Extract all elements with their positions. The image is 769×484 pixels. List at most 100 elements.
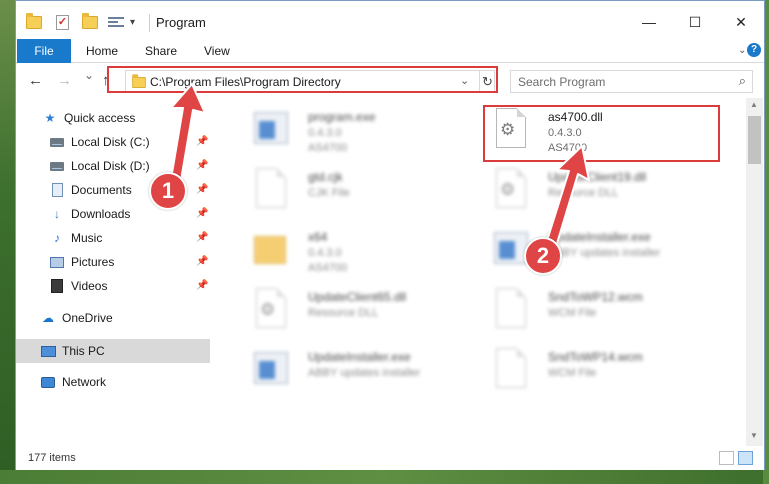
quick-access-dropdown-icon[interactable]: ▾ xyxy=(130,13,135,31)
sidebar-item-quick-access[interactable]: ★ Quick access xyxy=(42,107,136,129)
scroll-down-arrow-icon[interactable]: ▼ xyxy=(750,431,758,440)
file-name: SndToWP14.wcm xyxy=(548,350,643,364)
exe-icon xyxy=(254,112,288,144)
pin-icon[interactable]: 📌 xyxy=(196,256,208,267)
sidebar-item-label: Local Disk (C:) xyxy=(71,135,150,149)
file-item-updateclient19-dll[interactable]: ⚙ UpdateClient19.dll Resource DLL xyxy=(492,166,722,218)
sidebar-item-videos[interactable]: Videos xyxy=(49,275,107,297)
music-icon: ♪ xyxy=(54,231,60,245)
close-button[interactable]: ✕ xyxy=(718,11,764,33)
file-name: UpdateInstaller.exe xyxy=(548,230,651,244)
ribbon-tabs: File Home Share View ⌄ ? xyxy=(16,39,764,63)
pin-icon[interactable]: 📌 xyxy=(196,232,208,243)
sidebar-item-local-disk-d[interactable]: Local Disk (D:) xyxy=(49,155,150,177)
tab-home[interactable]: Home xyxy=(78,39,126,63)
drive-icon xyxy=(50,161,64,171)
file-item-x64[interactable]: x64 0.4.3.0 AS4700 xyxy=(252,226,482,278)
this-pc-icon xyxy=(40,345,56,357)
file-name: UpdateClient19.dll xyxy=(548,170,647,184)
minimize-button[interactable]: — xyxy=(626,11,672,33)
file-company: AS4700 xyxy=(308,142,348,154)
sidebar-item-label: Music xyxy=(71,231,103,245)
dll-gear-icon: ⚙ xyxy=(260,300,276,319)
callout-badge-1: 1 xyxy=(149,172,187,210)
onedrive-icon: ☁ xyxy=(42,311,54,325)
new-folder-icon[interactable] xyxy=(82,12,98,31)
file-description: ABBY updates installer xyxy=(548,247,661,259)
file-description: ABBY updates installer xyxy=(308,367,421,379)
properties-check-icon[interactable]: ✓ xyxy=(56,13,69,31)
quick-access-folder-icon xyxy=(26,12,42,31)
details-view-icon[interactable] xyxy=(719,451,734,465)
file-item-program-exe[interactable]: program.exe 0.4.3.0 AS4700 xyxy=(252,106,482,158)
maximize-button[interactable]: ☐ xyxy=(672,11,718,33)
large-icons-view-icon[interactable] xyxy=(738,451,753,465)
navigation-pane: ★ Quick access Local Disk (C:) 📌 Local D… xyxy=(16,98,211,446)
sidebar-item-label: This PC xyxy=(62,344,105,358)
ribbon-expand-chevron-icon[interactable]: ⌄ xyxy=(738,45,746,56)
downloads-icon: ↓ xyxy=(54,207,60,221)
search-input[interactable]: Search Program ⌕ xyxy=(510,70,753,93)
tab-view[interactable]: View xyxy=(196,39,238,63)
sidebar-item-label: Downloads xyxy=(71,207,131,221)
drive-icon xyxy=(50,137,64,147)
recent-locations-chevron-icon[interactable]: ⌄ xyxy=(84,68,94,82)
pin-icon[interactable]: 📌 xyxy=(196,160,208,171)
pin-icon[interactable]: 📌 xyxy=(196,208,208,219)
quick-access-star-icon: ★ xyxy=(44,111,56,125)
tab-share[interactable]: Share xyxy=(137,39,185,63)
exe-icon xyxy=(494,232,528,264)
file-item-sndtowp14-wcm[interactable]: SndToWP14.wcm WCM File xyxy=(492,346,722,398)
sidebar-item-music[interactable]: ♪ Music xyxy=(49,227,102,249)
tab-file[interactable]: File xyxy=(17,39,71,63)
sidebar-item-pictures[interactable]: Pictures xyxy=(49,251,114,273)
search-icon[interactable]: ⌕ xyxy=(739,73,746,89)
pin-icon[interactable]: 📌 xyxy=(196,184,208,195)
file-type: Resource DLL xyxy=(308,307,379,319)
file-item-updateclient65-dll[interactable]: ⚙ UpdateClient65.dll Resource DLL xyxy=(252,286,482,338)
file-name: gtd.cjk xyxy=(308,170,343,184)
vertical-scrollbar[interactable]: ▲ ▼ xyxy=(746,98,763,446)
file-type: CJK File xyxy=(308,187,350,199)
pin-icon[interactable]: 📌 xyxy=(196,280,208,291)
file-name: UpdateClient65.dll xyxy=(308,290,407,304)
sidebar-item-downloads[interactable]: ↓ Downloads xyxy=(49,203,130,225)
network-icon xyxy=(41,376,55,388)
customize-quick-access-icon[interactable] xyxy=(108,13,124,31)
pin-icon[interactable]: 📌 xyxy=(196,136,208,147)
address-bar-highlight xyxy=(107,66,498,93)
desktop-background-left xyxy=(0,0,16,484)
sidebar-item-local-disk-c[interactable]: Local Disk (C:) xyxy=(49,131,150,153)
sidebar-item-label: Pictures xyxy=(71,255,115,269)
sidebar-item-documents[interactable]: Documents xyxy=(49,179,132,201)
search-placeholder: Search Program xyxy=(518,75,606,89)
file-company: AS4700 xyxy=(308,262,348,274)
file-item-updateinstaller-exe-2[interactable]: UpdateInstaller.exe ABBY updates install… xyxy=(252,346,482,398)
folder-icon xyxy=(254,236,286,264)
generic-file-icon xyxy=(496,348,526,388)
help-icon[interactable]: ? xyxy=(747,43,761,57)
pictures-icon xyxy=(50,256,64,268)
exe-icon xyxy=(254,352,288,384)
sidebar-item-onedrive[interactable]: ☁ OneDrive xyxy=(40,307,113,329)
sidebar-item-label: Network xyxy=(62,375,107,389)
file-item-sndtowp12-wcm[interactable]: SndToWP12.wcm WCM File xyxy=(492,286,722,338)
scroll-thumb[interactable] xyxy=(748,116,761,164)
back-button[interactable]: ← xyxy=(28,72,43,89)
sidebar-item-network[interactable]: Network xyxy=(40,371,106,393)
desktop-background-bottom xyxy=(0,470,769,484)
file-version: 0.4.3.0 xyxy=(308,127,342,139)
forward-button[interactable]: → xyxy=(57,72,72,89)
file-name: program.exe xyxy=(308,110,376,124)
window-title: Program xyxy=(156,15,206,30)
generic-file-icon xyxy=(496,288,526,328)
scroll-up-arrow-icon[interactable]: ▲ xyxy=(750,100,758,109)
dll-file-highlight xyxy=(483,105,720,162)
file-item-gtd-cjk[interactable]: gtd.cjk CJK File xyxy=(252,166,482,218)
sidebar-item-label: Documents xyxy=(71,183,132,197)
sidebar-item-label: Local Disk (D:) xyxy=(71,159,150,173)
title-separator xyxy=(149,14,150,32)
sidebar-item-this-pc[interactable]: This PC xyxy=(40,340,105,362)
file-name: SndToWP12.wcm xyxy=(548,290,643,304)
sidebar-item-label: Quick access xyxy=(64,111,136,125)
